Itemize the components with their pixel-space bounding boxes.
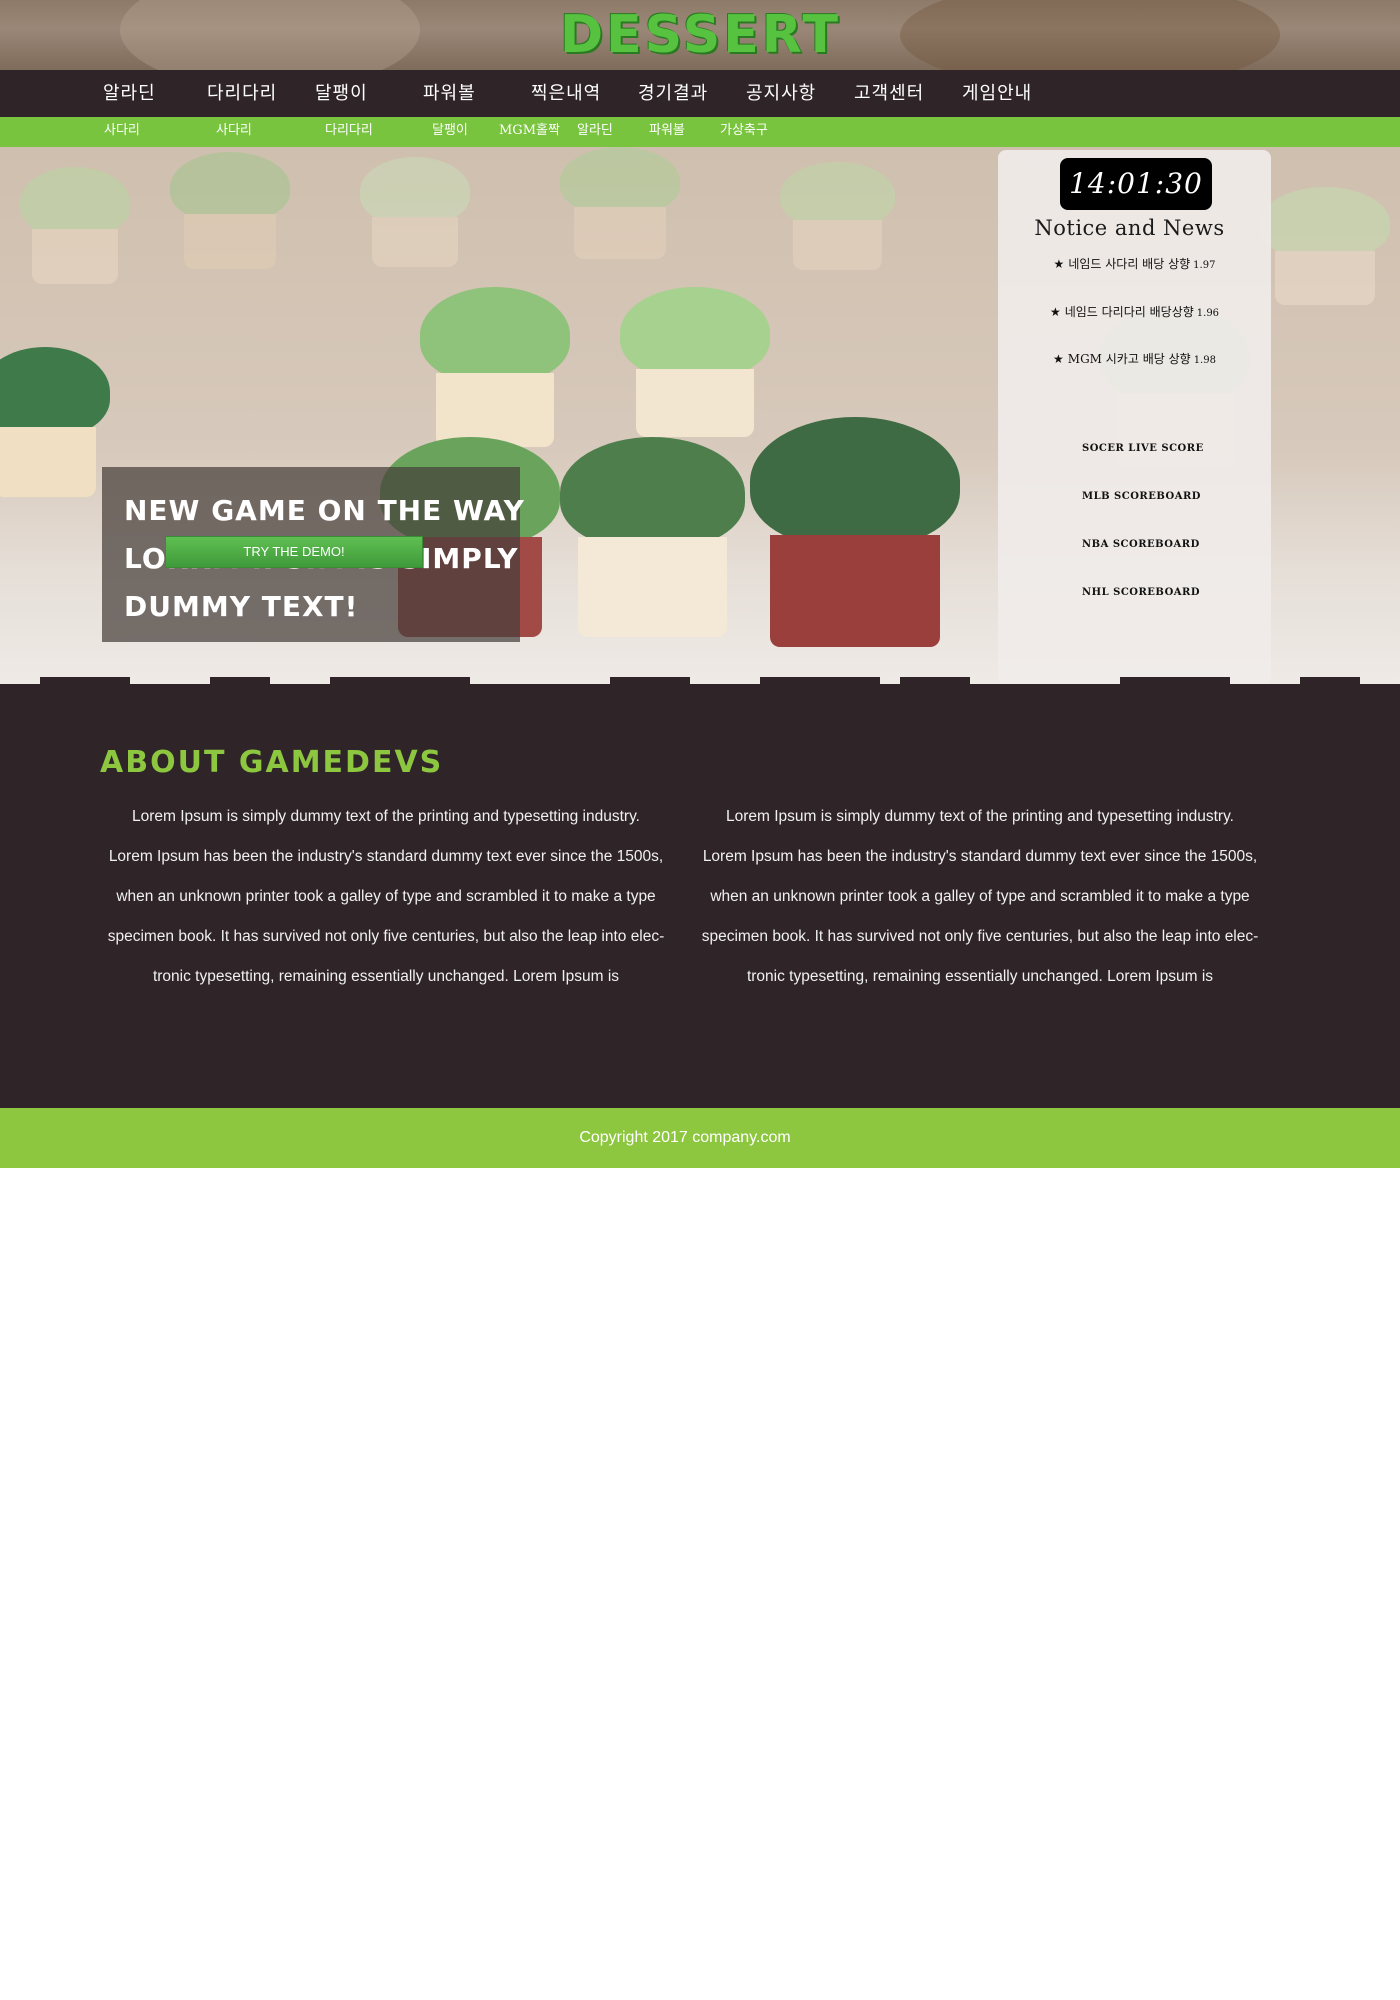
about-text-column: Lorem Ipsum is simply dummy text of the … (694, 797, 1266, 997)
main-nav-item-daridari[interactable]: 다리다리 (207, 70, 277, 118)
banner-backdrop (900, 0, 1280, 72)
about-text-line: Lorem Ipsum is simply dummy text of the … (132, 808, 640, 825)
about-text-line: Lorem Ipsum is simply dummy text of the … (726, 808, 1234, 825)
torn-edge-chip (210, 677, 270, 687)
main-nav-item-notices[interactable]: 공지사항 (746, 70, 816, 118)
cupcake-image (560, 147, 680, 262)
notice-item[interactable]: ★ 네임드 사다리 배당 상향 1.97 (998, 255, 1271, 272)
live-clock: 14:01:30 (1060, 158, 1212, 210)
notice-item[interactable]: ★ MGM 시카고 배당 상향 1.98 (998, 350, 1271, 367)
try-demo-button[interactable]: TRY THE DEMO! (165, 536, 423, 568)
sub-nav-item-virtual-soccer[interactable]: 가상축구 (720, 117, 768, 147)
notice-text: MGM 시카고 배당 상향 (1067, 352, 1191, 366)
torn-edge-chip (1120, 677, 1230, 687)
notice-text: 네임드 사다리 배당 상향 (1068, 257, 1191, 271)
cupcake-image (420, 287, 570, 447)
cupcake-image (1260, 187, 1390, 307)
star-icon: ★ (1053, 352, 1064, 366)
cupcake-image (750, 417, 960, 647)
about-text-column: Lorem Ipsum is simply dummy text of the … (100, 797, 672, 997)
main-nav-item-powerball[interactable]: 파워볼 (423, 70, 476, 118)
about-text-line: tronic typesetting, remaining essentiall… (746, 968, 1214, 985)
notice-panel: 14:01:30 Notice and News ★ 네임드 사다리 배당 상향 1… (998, 150, 1271, 686)
copyright-text: Copyright 2017 company.com (579, 1129, 791, 1146)
banner-backdrop (120, 0, 420, 72)
sub-nav-item-ladder-2[interactable]: 사다리 (216, 117, 252, 147)
cupcake-image (780, 162, 895, 272)
main-nav-item-support[interactable]: 고객센터 (854, 70, 924, 118)
about-text-line: tronic typesetting, remaining essentiall… (152, 968, 620, 985)
sub-nav-item-snail[interactable]: 달팽이 (432, 117, 468, 147)
main-nav: 알라딘 다리다리 달팽이 파워볼 찍은내역 경기결과 공지사항 고객센터 게임안… (0, 70, 1400, 118)
about-text-line: specimen book. It has survived not only … (701, 928, 1259, 945)
about-text-line: specimen book. It has survived not only … (107, 928, 665, 945)
star-icon: ★ (1049, 305, 1061, 319)
torn-edge-chip (760, 677, 880, 687)
torn-edge-chip (610, 677, 690, 687)
notice-odds: 1.96 (1196, 308, 1220, 319)
torn-edge-chip (40, 677, 130, 687)
footer: Copyright 2017 company.com (0, 1108, 1400, 1168)
cupcake-image (620, 287, 770, 437)
main-nav-item-bet-history[interactable]: 찍은내역 (531, 70, 601, 118)
top-banner: DESSERT (0, 0, 1400, 72)
about-text-line: Lorem Ipsum has been the industry's stan… (702, 848, 1258, 865)
sub-nav-item-aladdin[interactable]: 알라딘 (577, 117, 613, 147)
sub-nav-item-powerball[interactable]: 파워볼 (649, 117, 685, 147)
nba-scoreboard-link[interactable]: NBA SCOREBOARD (1082, 539, 1200, 550)
torn-edge-chip (1300, 677, 1360, 687)
sub-nav-item-daridari[interactable]: 다리다리 (325, 117, 373, 147)
star-icon: ★ (1053, 257, 1065, 271)
about-text-line: when an unknown printer took a galley of… (710, 888, 1250, 905)
main-nav-item-results[interactable]: 경기결과 (638, 70, 708, 118)
nhl-scoreboard-link[interactable]: NHL SCOREBOARD (1082, 587, 1200, 598)
notice-text: 네임드 다리다리 배당상향 (1064, 305, 1194, 319)
sub-nav-item-mgm-oddeven[interactable]: MGM홀짝 (499, 117, 560, 147)
cupcake-image (20, 167, 130, 287)
main-nav-item-game-guide[interactable]: 게임안내 (962, 70, 1032, 118)
sub-nav-item-ladder[interactable]: 사다리 (104, 117, 140, 147)
cupcake-image (360, 157, 470, 267)
mlb-scoreboard-link[interactable]: MLB SCOREBOARD (1082, 491, 1201, 502)
hero-caption-line: New game on the way (124, 494, 525, 527)
about-text-line: when an unknown printer took a galley of… (116, 888, 656, 905)
cupcake-image (560, 437, 745, 637)
about-text-line: Lorem Ipsum has been the industry's stan… (108, 848, 664, 865)
cupcake-image (0, 347, 110, 497)
notice-odds: 1.97 (1193, 260, 1216, 271)
hero-caption-line: dummy text! (124, 590, 359, 623)
notice-item[interactable]: ★ 네임드 다리다리 배당상향 1.96 (998, 303, 1271, 320)
torn-edge-chip (330, 677, 470, 687)
soccer-live-score-link[interactable]: SOCER LIVE SCORE (1082, 443, 1204, 454)
torn-edge-chip (900, 677, 970, 687)
about-section: About GameDevs Lorem Ipsum is simply dum… (0, 695, 1400, 1108)
cupcake-image (170, 152, 290, 272)
notice-odds: 1.98 (1193, 355, 1216, 366)
site-logo[interactable]: DESSERT (560, 6, 838, 64)
main-nav-item-snail[interactable]: 달팽이 (315, 70, 368, 118)
sub-nav: 사다리 사다리 다리다리 달팽이 MGM홀짝 알라딘 파워볼 가상축구 (0, 117, 1400, 147)
notice-panel-title: Notice and News (1034, 216, 1225, 240)
about-title: About GameDevs (100, 745, 444, 780)
main-nav-item-aladdin[interactable]: 알라딘 (103, 70, 156, 118)
